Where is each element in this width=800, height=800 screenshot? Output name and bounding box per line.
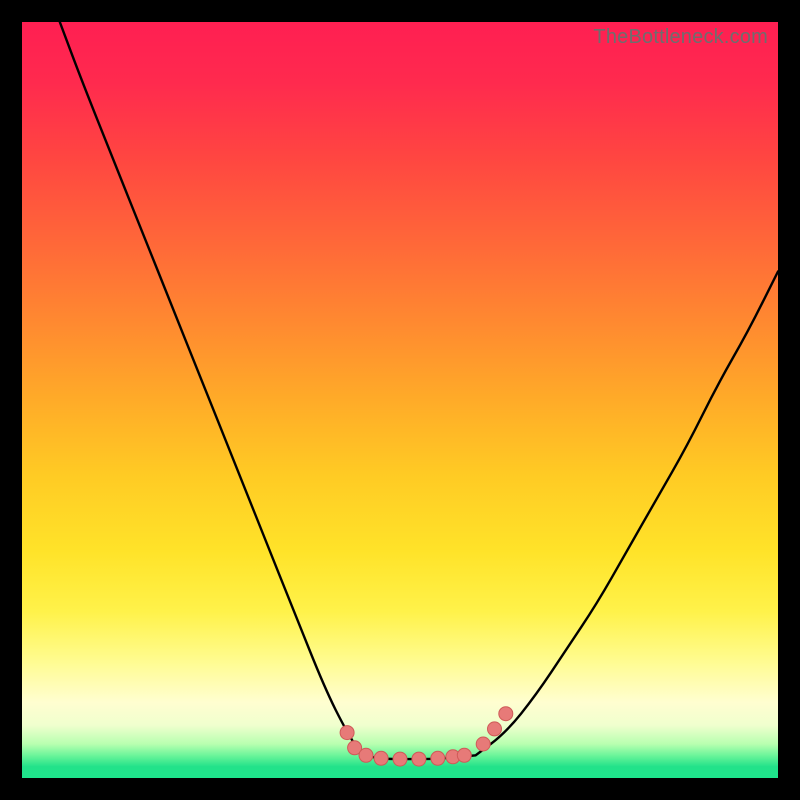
curve-marker xyxy=(340,726,354,740)
curve-marker xyxy=(499,707,513,721)
curve-marker xyxy=(488,722,502,736)
chart-frame: TheBottleneck.com xyxy=(0,0,800,800)
curve-marker xyxy=(457,748,471,762)
bottleneck-curve xyxy=(22,22,778,778)
curve-marker xyxy=(431,751,445,765)
curve-marker xyxy=(374,751,388,765)
curve-path xyxy=(60,22,778,759)
curve-marker xyxy=(476,737,490,751)
curve-marker xyxy=(412,752,426,766)
curve-marker xyxy=(359,748,373,762)
plot-area: TheBottleneck.com xyxy=(22,22,778,778)
marker-group xyxy=(340,707,513,766)
curve-marker xyxy=(393,752,407,766)
